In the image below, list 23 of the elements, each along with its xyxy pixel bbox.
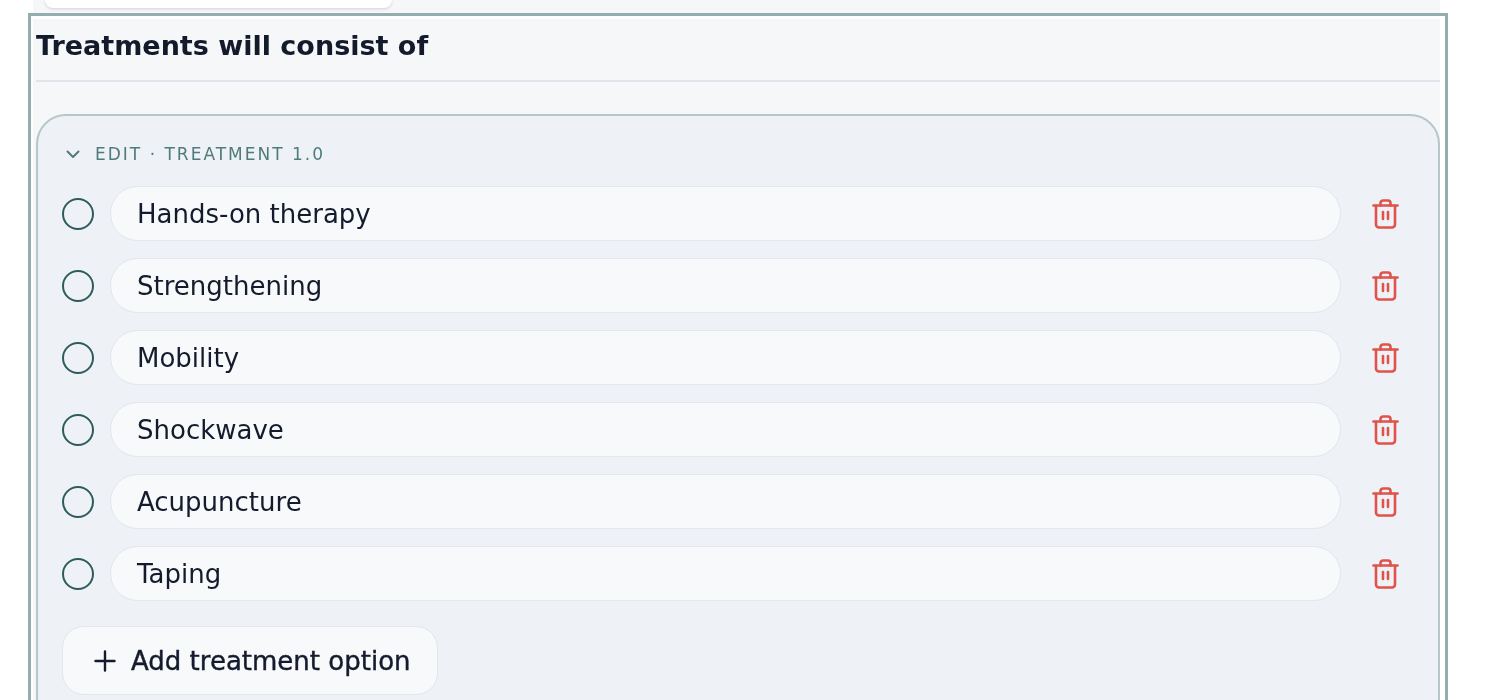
trash-icon[interactable] (1372, 558, 1399, 589)
option-text-field[interactable]: Taping (110, 546, 1341, 601)
radio-button[interactable] (62, 269, 94, 302)
treatment-label: EDIT · TREATMENT 1.0 (95, 144, 326, 164)
chevron-icon[interactable] (66, 149, 80, 159)
radio-button[interactable] (62, 557, 94, 590)
trash-icon[interactable] (1372, 270, 1399, 301)
trash-icon[interactable] (1372, 198, 1399, 229)
section-heading: Treatments will consist of (36, 30, 430, 62)
trash-icon[interactable] (1372, 414, 1399, 445)
plus-icon (94, 649, 116, 672)
radio-button[interactable] (62, 197, 94, 230)
option-text-field[interactable]: Hands-on therapy (110, 186, 1341, 241)
option-text-field[interactable]: Mobility (110, 330, 1341, 385)
radio-button[interactable] (62, 485, 94, 518)
trash-icon[interactable] (1372, 486, 1399, 517)
option-text-field[interactable]: Acupuncture (110, 474, 1341, 529)
option-text-field[interactable]: Shockwave (110, 402, 1341, 457)
add-option-button[interactable]: Add treatment option (62, 626, 438, 695)
radio-button[interactable] (62, 341, 94, 374)
trash-icon[interactable] (1372, 342, 1399, 373)
radio-button[interactable] (62, 413, 94, 446)
option-text-field[interactable]: Strengthening (110, 258, 1341, 313)
